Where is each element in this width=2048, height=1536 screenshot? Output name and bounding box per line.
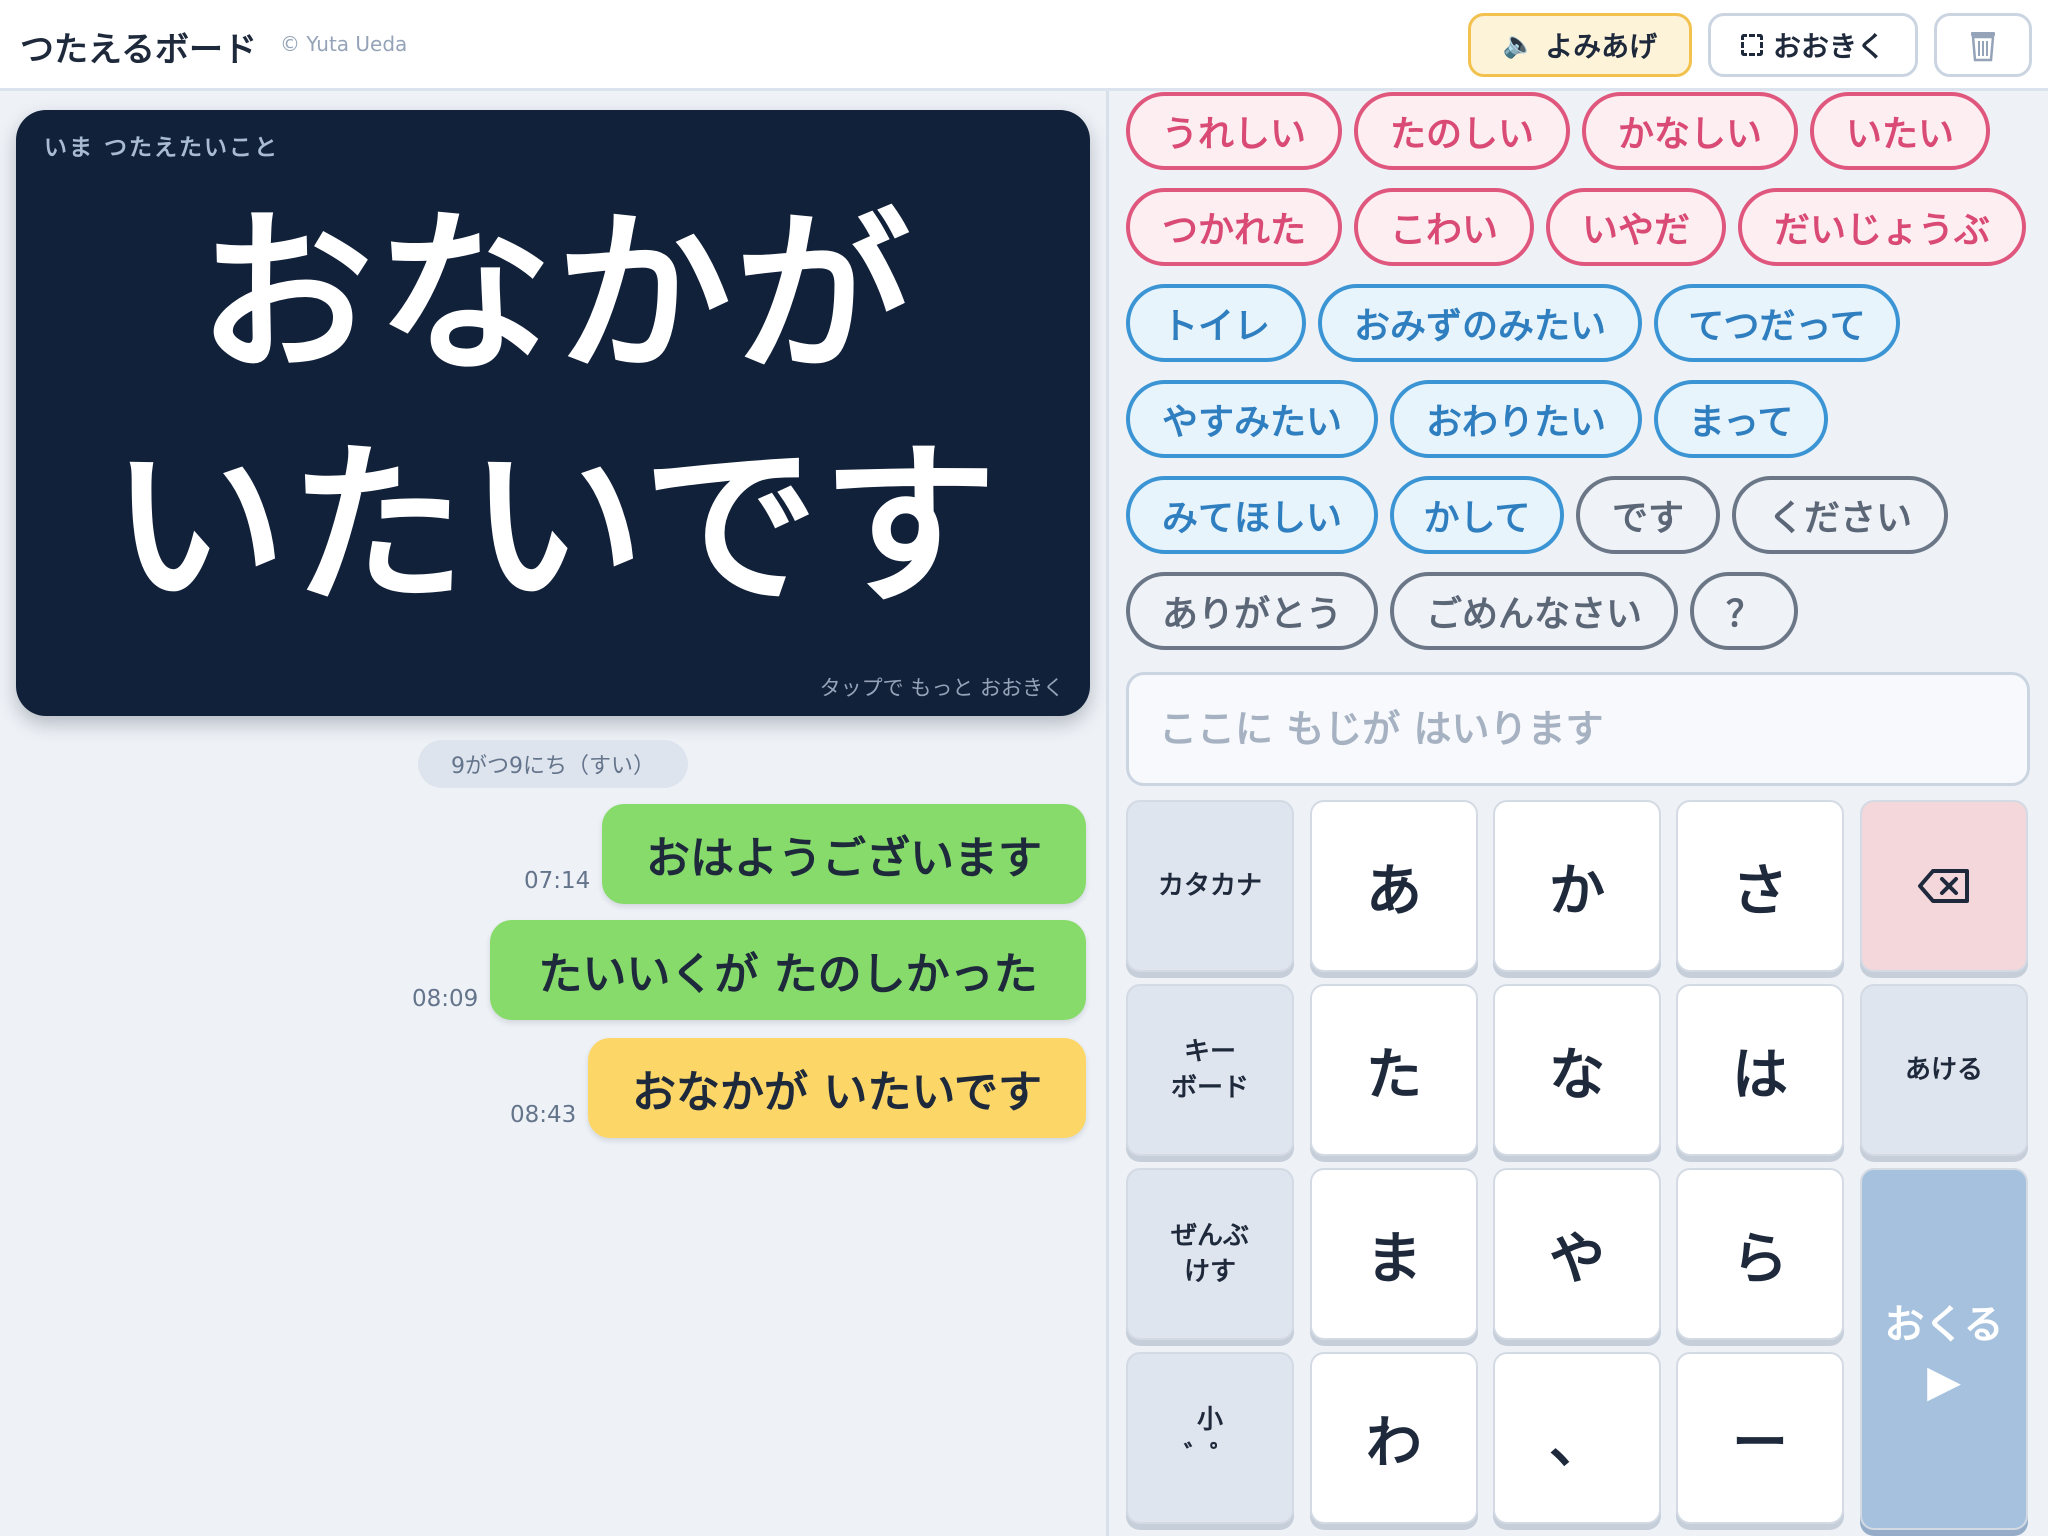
kana-key[interactable]: た (1310, 984, 1478, 1156)
phrase-chip[interactable]: いやだ (1546, 188, 1726, 266)
kana-key[interactable]: や (1493, 1168, 1661, 1340)
message-input[interactable] (1129, 675, 2027, 783)
space-key[interactable]: あける (1860, 984, 2028, 1156)
phrase-chip[interactable]: ください (1732, 476, 1948, 554)
message-bubble[interactable]: たいいくが たのしかった (490, 920, 1086, 1020)
comma-key[interactable]: 、 (1493, 1352, 1661, 1524)
phrase-chip[interactable]: ごめんなさい (1390, 572, 1678, 650)
phrase-chip[interactable]: トイレ (1126, 284, 1306, 362)
kana-key[interactable]: わ (1310, 1352, 1478, 1524)
message-time: 08:09 (412, 986, 479, 1012)
kana-key[interactable]: な (1493, 984, 1661, 1156)
app-header: つたえるボード © Yuta Ueda 🔈 よみあげ おおきく (0, 0, 2048, 91)
play-arrow-icon: ▶ (1927, 1355, 1961, 1407)
phrase-chip[interactable]: だいじょうぶ (1738, 188, 2026, 266)
phrase-chip[interactable]: まって (1654, 380, 1828, 458)
read-aloud-button[interactable]: 🔈 よみあげ (1468, 13, 1692, 77)
enlarge-button[interactable]: おおきく (1708, 13, 1918, 77)
kana-key[interactable]: ま (1310, 1168, 1478, 1340)
trash-button[interactable] (1934, 13, 2032, 77)
message-bubble[interactable]: おはようございます (602, 804, 1086, 904)
text-input-box[interactable] (1126, 672, 2030, 786)
phrase-chip[interactable]: かなしい (1582, 92, 1798, 170)
phrase-chip[interactable]: ありがとう (1126, 572, 1378, 650)
kana-key[interactable]: あ (1310, 800, 1478, 972)
keyboard-switch-key[interactable]: キー ボード (1126, 984, 1294, 1156)
display-text: おなかが いたいです (111, 194, 1001, 629)
message-time: 08:43 (510, 1102, 577, 1128)
speaker-icon: 🔈 (1502, 30, 1536, 60)
send-button[interactable]: おくる ▶ (1860, 1168, 2028, 1530)
katakana-key[interactable]: カタカナ (1126, 800, 1294, 972)
phrase-chip[interactable]: ？ (1690, 572, 1798, 650)
kana-key[interactable]: さ (1676, 800, 1844, 972)
phrase-chip[interactable]: かして (1390, 476, 1564, 554)
phrase-chip[interactable]: いたい (1810, 92, 1990, 170)
app-title: つたえるボード (20, 30, 257, 70)
send-label: おくる (1884, 1301, 2004, 1348)
display-hint: タップで もっと おおきく (819, 676, 1064, 700)
phrase-chip[interactable]: うれしい (1126, 92, 1342, 170)
phrase-chip[interactable]: おわりたい (1390, 380, 1642, 458)
backspace-icon (1918, 869, 1969, 903)
trash-icon (1971, 32, 1995, 62)
credit: © Yuta Ueda (280, 32, 408, 56)
message-bubble[interactable]: おなかが いたいです (588, 1038, 1086, 1138)
fullscreen-icon (1740, 34, 1763, 56)
read-aloud-label: よみあげ (1545, 30, 1658, 63)
message-display[interactable]: いま つたえたいこと おなかが いたいです タップで もっと おおきく (16, 110, 1090, 716)
kana-key[interactable]: ら (1676, 1168, 1844, 1340)
phrase-chip[interactable]: みてほしい (1126, 476, 1378, 554)
phrase-chip[interactable]: つかれた (1126, 188, 1342, 266)
clear-all-key[interactable]: ぜんぶ けす (1126, 1168, 1294, 1340)
phrase-chip[interactable]: やすみたい (1126, 380, 1378, 458)
pane-divider (1106, 91, 1109, 1536)
long-vowel-key[interactable]: ー (1676, 1352, 1844, 1524)
phrase-chip[interactable]: たのしい (1354, 92, 1570, 170)
message-time: 07:14 (524, 868, 591, 894)
kana-key[interactable]: か (1493, 800, 1661, 972)
phrase-chip[interactable]: おみずのみたい (1318, 284, 1642, 362)
enlarge-label: おおきく (1772, 30, 1885, 63)
kana-key[interactable]: は (1676, 984, 1844, 1156)
phrase-chip[interactable]: こわい (1354, 188, 1534, 266)
date-separator: 9がつ9にち（すい） (418, 740, 688, 788)
small-dakuten-key[interactable]: 小 ゛゜ (1126, 1352, 1294, 1524)
display-caption: いま つたえたいこと (44, 135, 280, 161)
phrase-chip[interactable]: です (1576, 476, 1720, 554)
phrase-chip[interactable]: てつだって (1654, 284, 1900, 362)
backspace-key[interactable] (1860, 800, 2028, 972)
